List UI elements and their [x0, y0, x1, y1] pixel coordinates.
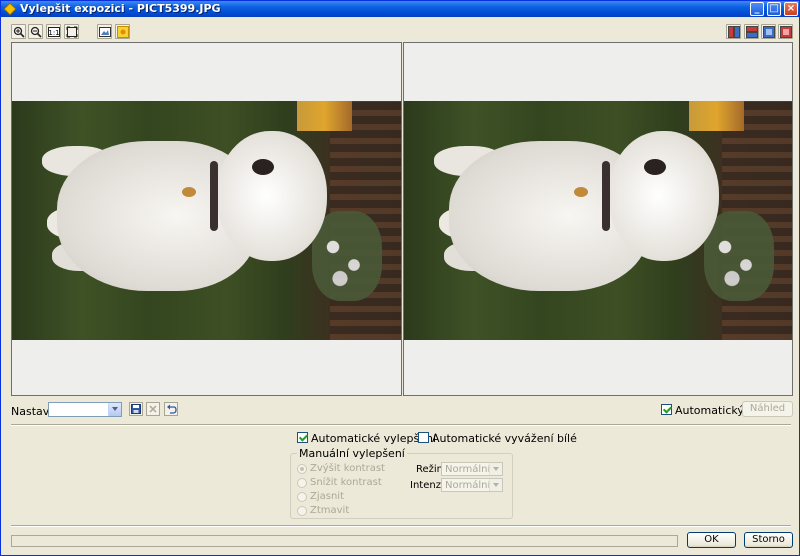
radio-increase-contrast-label: Zvýšit kontrast	[310, 463, 385, 474]
radio-decrease-contrast[interactable]	[297, 478, 307, 488]
zoom-out-button[interactable]	[28, 24, 43, 39]
window-title: Vylepšit expozici - PICT5399.JPG	[20, 2, 221, 15]
divider	[11, 424, 791, 426]
reset-button[interactable]	[164, 402, 178, 416]
radio-increase-contrast[interactable]	[297, 464, 307, 474]
highlight-icon	[117, 26, 129, 38]
auto-enhance-checkbox[interactable]	[297, 432, 308, 443]
manual-enhance-title: Manuální vylepšení	[297, 447, 407, 460]
radio-brighten[interactable]	[297, 492, 307, 502]
enhanced-photo	[404, 101, 792, 340]
auto-white-balance-checkbox[interactable]	[418, 432, 429, 443]
mode-dropdown[interactable]: Normální	[441, 462, 503, 476]
split-vertical-icon	[728, 26, 740, 38]
single-after-button[interactable]	[778, 24, 793, 39]
cancel-button[interactable]: Storno	[744, 532, 793, 548]
zoom-out-icon	[30, 26, 42, 38]
title-bar[interactable]: Vylepšit expozici - PICT5399.JPG _ □ ×	[1, 1, 799, 17]
enhanced-preview-panel[interactable]	[403, 42, 793, 396]
original-photo	[12, 101, 401, 340]
original-preview-panel[interactable]	[11, 42, 402, 396]
single-before-button[interactable]	[761, 24, 776, 39]
svg-text:1:1: 1:1	[48, 29, 59, 37]
zoom-in-button[interactable]	[11, 24, 26, 39]
auto-white-balance-label: Automatické vyvážení bílé	[432, 432, 577, 445]
ok-button[interactable]: OK	[687, 532, 736, 548]
chevron-down-icon	[489, 463, 502, 475]
single-after-icon	[780, 26, 792, 38]
radio-decrease-contrast-label: Snížit kontrast	[310, 477, 382, 488]
radio-darken-label: Ztmavit	[310, 505, 350, 516]
chevron-down-icon	[108, 403, 121, 416]
fit-window-button[interactable]	[64, 24, 79, 39]
settings-dropdown[interactable]	[48, 402, 122, 417]
actual-size-icon: 1:1	[48, 27, 60, 37]
dialog-window: Vylepšit expozici - PICT5399.JPG _ □ × 1…	[0, 0, 800, 556]
chevron-down-icon	[489, 479, 502, 491]
zoom-in-icon	[13, 26, 25, 38]
split-horizontal-button[interactable]	[744, 24, 759, 39]
image-button[interactable]	[97, 24, 112, 39]
split-vertical-button[interactable]	[726, 24, 741, 39]
intensity-dropdown[interactable]: Normální	[441, 478, 503, 492]
close-button[interactable]: ×	[784, 2, 798, 16]
split-horizontal-icon	[746, 26, 758, 38]
save-settings-button[interactable]	[129, 402, 143, 416]
single-before-icon	[763, 26, 775, 38]
image-icon	[99, 27, 111, 37]
delete-settings-button[interactable]	[146, 402, 160, 416]
highlight-button[interactable]	[115, 24, 130, 39]
progress-bar	[11, 535, 678, 547]
actual-size-button[interactable]: 1:1	[46, 24, 61, 39]
radio-darken[interactable]	[297, 506, 307, 516]
fit-window-icon	[66, 26, 78, 38]
undo-icon	[167, 404, 177, 414]
maximize-button[interactable]: □	[767, 2, 781, 16]
auto-preview-checkbox[interactable]	[661, 404, 672, 415]
save-icon	[131, 404, 141, 414]
minimize-button[interactable]: _	[750, 2, 764, 16]
app-icon	[3, 2, 17, 16]
divider	[11, 525, 791, 527]
preview-button[interactable]: Náhled	[742, 401, 793, 417]
delete-icon	[149, 405, 157, 413]
radio-brighten-label: Zjasnit	[310, 491, 345, 502]
